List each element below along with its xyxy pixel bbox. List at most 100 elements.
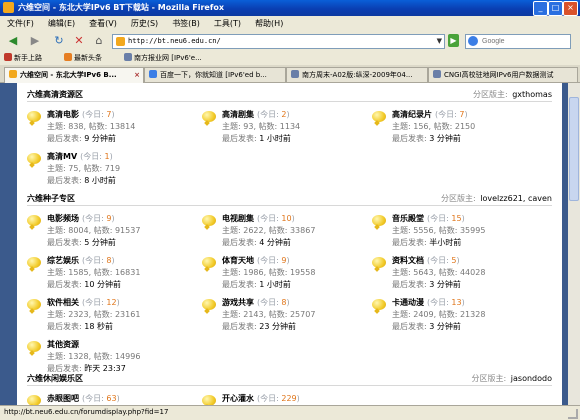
moderator-name[interactable]: gxthomas [512,90,552,99]
forum-link[interactable]: 赤眼图吧 [47,394,79,403]
forum-link[interactable]: 高清电影 [47,110,79,119]
minimize-button[interactable]: _ [533,1,548,16]
section-title[interactable]: 六维高清资源区 [27,89,83,100]
forum-stats: 主题: 156, 帖数: 2150 [392,122,476,131]
resize-grip-icon[interactable] [568,409,578,419]
today-label: 今日 [85,110,102,119]
home-button[interactable]: ⌂ [92,33,106,49]
forum-link[interactable]: 高清纪录片 [392,110,432,119]
menu-edit[interactable]: 编辑(E) [41,16,82,29]
last-post: 最后发表: 1 小时前 [222,280,291,289]
forum-link[interactable]: 电视剧集 [222,214,254,223]
forum-item: 卡通动漫 (今日: 13) 主题: 2409, 帖数: 21328 最后发表: 3 分… [372,297,542,339]
topics-label: 主题 [222,310,238,319]
today-number: 9 [281,256,287,265]
forum-link[interactable]: 综艺娱乐 [47,256,79,265]
bookmark-red-icon [4,53,12,61]
last-post-time[interactable]: 3 分钟前 [429,280,461,289]
menu-history[interactable]: 历史(S) [124,16,165,29]
section-moderators: 分区版主: lovelzz621, caven [441,193,552,204]
rss-icon [64,53,72,61]
forum-link[interactable]: 资料文档 [392,256,424,265]
maximize-button[interactable]: □ [548,1,563,16]
forum-link[interactable]: 电影频场 [47,214,79,223]
section-title[interactable]: 六维种子专区 [27,193,75,204]
last-post-time[interactable]: 3 分钟前 [429,134,461,143]
forum-item: 软件相关 (今日: 12) 主题: 2323, 帖数: 23161 最后发表: 18 … [27,297,197,339]
bookmark-item[interactable]: 新手上路 [4,53,42,63]
today-number: 8 [281,298,287,307]
today-number: 8 [106,256,112,265]
menu-view[interactable]: 查看(V) [82,16,124,29]
last-post-time[interactable]: 3 分钟前 [429,322,461,331]
last-post-time[interactable]: 4 分钟前 [259,238,291,247]
forum-link[interactable]: 高清MV [47,152,77,161]
today-number: 2 [281,110,287,119]
last-post-time[interactable]: 23 分钟前 [259,322,296,331]
moderator-name[interactable]: lovelzz621, caven [480,194,552,203]
forum-item: 高清MV (今日: 1) 主题: 75, 帖数: 719 最后发表: 8 小时前 [27,151,197,193]
forum-link[interactable]: 开心灌水 [222,394,254,403]
tab-neu6[interactable]: 六维空间 - 东北大学IPv6 B... × [4,67,144,83]
forum-index: 六维高清资源区 分区版主: gxthomas 高清电影 (今日: 7) 主题: 838,… [17,83,562,405]
forum-link[interactable]: 游戏共享 [222,298,254,307]
last-post-time[interactable]: 8 小时前 [84,176,116,185]
go-button[interactable]: ▶ [448,34,459,47]
menu-help[interactable]: 帮助(H) [248,16,290,29]
forum-link[interactable]: 高清剧集 [222,110,254,119]
tab-cngi[interactable]: CNGI高校驻地网IPv6用户数据测试 [428,67,578,82]
search-engine-icon[interactable] [468,36,478,46]
forum-title: 综艺娱乐 (今日: 8) [47,255,115,266]
moderator-name[interactable]: jasondodo [511,374,552,383]
last-post-time[interactable]: 5 分钟前 [84,238,116,247]
menu-tools[interactable]: 工具(T) [207,16,248,29]
forum-stats: 主题: 2323, 帖数: 23161 [47,310,141,319]
search-input[interactable] [482,35,562,47]
search-bar[interactable] [465,34,571,49]
last-post-time[interactable]: 1 小时前 [259,280,291,289]
address-bar[interactable]: ▼ [112,34,445,49]
forum-link[interactable]: 其他资源 [47,340,79,349]
forum-link[interactable]: 体育天地 [222,256,254,265]
last-post: 最后发表: 8 小时前 [47,176,116,185]
url-input[interactable] [128,35,428,47]
close-tab-icon[interactable]: × [134,68,140,82]
forum-item: 体育天地 (今日: 9) 主题: 1986, 帖数: 19558 最后发表: 1 小时… [202,255,372,297]
forward-button[interactable]: ▶ [28,33,42,49]
stop-button[interactable]: ✕ [72,33,86,49]
forum-item: 开心灌水 (今日: 229) [202,393,372,405]
forum-item: 电影频场 (今日: 9) 主题: 8004, 帖数: 91537 最后发表: 5 分钟… [27,213,197,255]
tab-baidu[interactable]: 百度一下，你就知道 [IPv6'ed b... [144,67,286,82]
bookmark-item[interactable]: 最新头条 [64,53,102,63]
tab-favicon-icon [9,70,17,78]
vertical-scrollbar[interactable] [568,83,580,405]
last-post-time[interactable]: 半小时前 [429,238,461,247]
menu-file[interactable]: 文件(F) [0,16,41,29]
back-button[interactable]: ◀ [4,33,22,49]
reload-icon: ↻ [54,34,64,47]
scrollbar-thumb[interactable] [569,97,579,201]
last-post-time[interactable]: 18 秒前 [84,322,113,331]
forum-link[interactable]: 软件相关 [47,298,79,307]
last-post-time[interactable]: 10 分钟前 [84,280,121,289]
tab-southern-weekly[interactable]: 南方周末-A02版:纵深-2009年04... [286,67,428,82]
posts-count: 16831 [114,268,141,277]
last-post-time[interactable]: 1 小时前 [259,134,291,143]
today-count: (今日: 2) [257,110,290,119]
menu-bookmarks[interactable]: 书签(B) [165,16,207,29]
topics-count: 156 [413,122,429,131]
forum-title: 电影频场 (今日: 9) [47,213,115,224]
last-post-time[interactable]: 9 分钟前 [84,134,116,143]
today-label: 今日 [83,152,100,161]
section-title[interactable]: 六维休闲娱乐区 [27,373,83,384]
forum-link[interactable]: 音乐殿堂 [392,214,424,223]
forum-link[interactable]: 卡通动漫 [392,298,424,307]
site-favicon-icon [116,37,125,46]
topics-label: 主题 [222,226,238,235]
posts-label: 帖数 [438,268,455,277]
forum-title: 卡通动漫 (今日: 13) [392,297,465,308]
close-window-button[interactable]: × [563,1,578,16]
url-dropdown-icon[interactable]: ▼ [437,37,442,45]
reload-button[interactable]: ↻ [52,33,66,49]
bookmark-item[interactable]: 南方报业网 [IPv6'e... [124,53,202,63]
